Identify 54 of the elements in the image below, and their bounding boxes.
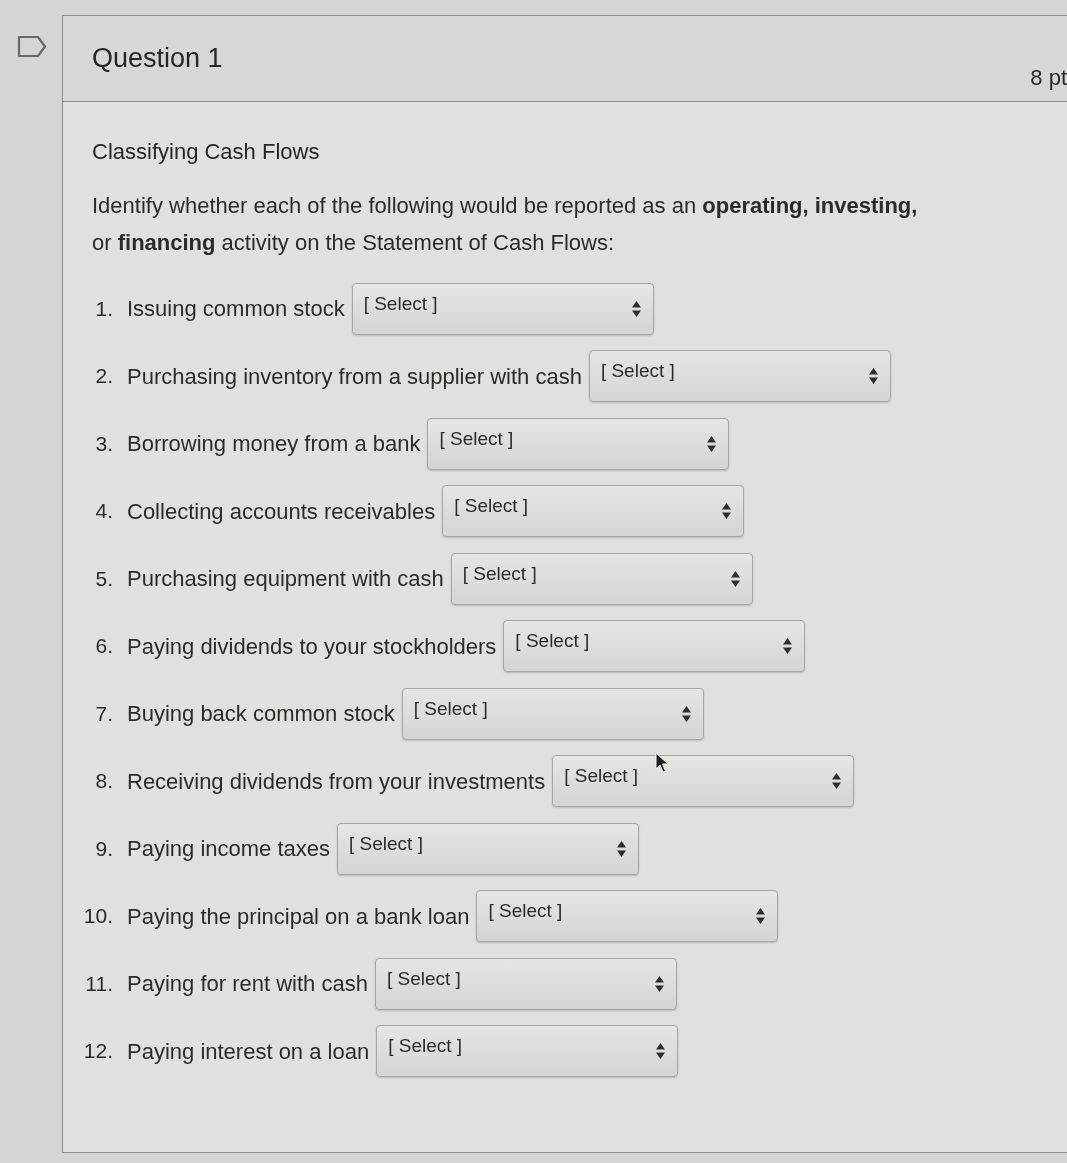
item-number: 1. [94,295,113,322]
up-down-arrows-icon [631,300,641,317]
up-down-arrows-icon [722,503,732,520]
item-number: 10. [82,903,113,930]
item-number: 8. [94,768,113,795]
flag-icon[interactable] [17,35,47,58]
up-down-arrows-icon [654,975,664,992]
item-text: Collecting accounts receivables [127,497,436,526]
answer-dropdown[interactable]: [ Select ] [450,552,753,605]
answer-dropdown[interactable]: [ Select ] [401,687,704,740]
up-down-arrows-icon [656,1043,666,1060]
up-down-arrows-icon [783,638,793,655]
answer-dropdown[interactable]: [ Select ] [552,755,855,808]
item-text: Paying dividends to your stockholders [127,632,497,661]
item-text: Paying for rent with cash [127,970,368,999]
item-text: Purchasing inventory from a supplier with cash [127,362,582,391]
item-number: 6. [94,633,113,660]
mouse-pointer-icon [655,752,669,774]
item-number: 7. [94,700,113,727]
points-label: 8 pt [1030,64,1067,91]
up-down-arrows-icon [756,908,766,925]
item-number: 9. [94,835,113,862]
item-text: Purchasing equipment with cash [127,565,444,594]
item-number: 3. [94,430,113,457]
up-down-arrows-icon [681,705,691,722]
answer-dropdown[interactable]: [ Select ] [427,417,730,470]
answer-dropdown[interactable]: [ Select ] [503,620,806,673]
instructions-text: Identify whether each of the following would be reported as an operating, investing, or financing activity on the Statement of Cash Flows: [92,191,919,257]
item-text: Paying income taxes [127,835,330,864]
answer-dropdown[interactable]: [ Select ] [376,1025,679,1078]
answer-dropdown[interactable]: [ Select ] [374,957,677,1010]
question-title: Question 1 [92,42,223,75]
item-text: Paying interest on a loan [127,1037,370,1066]
item-text: Buying back common stock [127,700,395,729]
item-text: Issuing common stock [127,295,345,324]
answer-dropdown[interactable]: [ Select ] [337,822,639,875]
item-number: 2. [94,363,113,390]
item-text: Receiving dividends from your investments [127,767,546,796]
up-down-arrows-icon [730,570,740,587]
answer-dropdown[interactable]: [ Select ] [442,485,745,538]
up-down-arrows-icon [832,773,842,790]
item-number: 5. [94,565,113,592]
item-text: Paying the principal on a bank loan [127,902,470,931]
up-down-arrows-icon [868,368,878,385]
item-number: 4. [94,498,113,525]
question-heading: Classifying Cash Flows [92,138,321,166]
up-down-arrows-icon [617,840,626,857]
item-number: 12. [82,1038,113,1065]
answer-dropdown[interactable]: [ Select ] [476,890,779,943]
item-number: 11. [84,970,113,997]
up-down-arrows-icon [707,435,717,452]
item-text: Borrowing money from a bank [127,430,421,459]
answer-dropdown[interactable]: [ Select ] [351,282,654,335]
answer-dropdown[interactable]: [ Select ] [588,350,891,403]
